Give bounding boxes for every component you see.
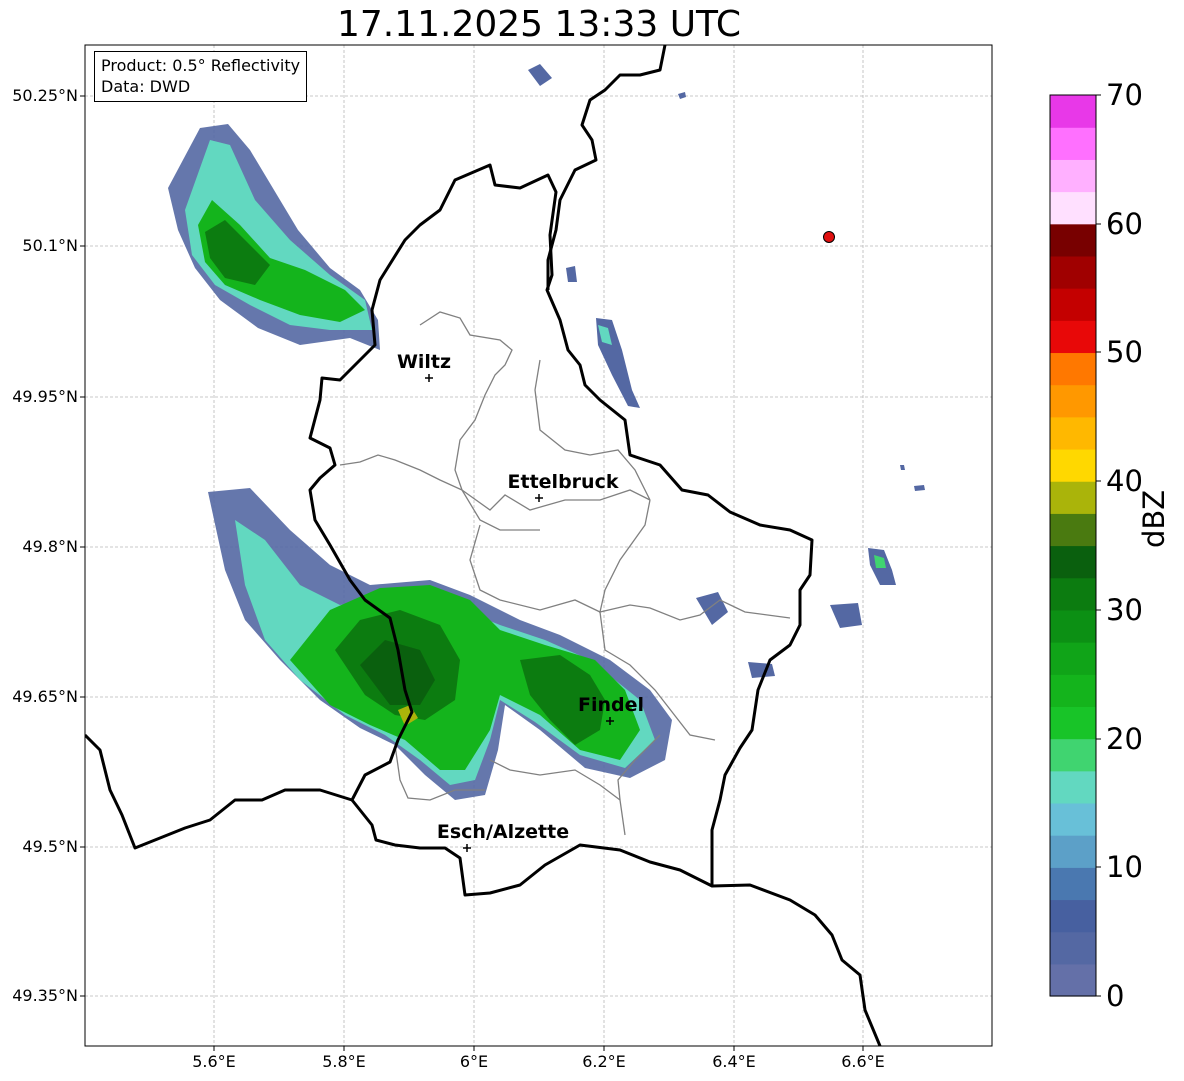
lat-tick-label: 49.95°N	[12, 387, 78, 406]
colorbar-tick-label: 50	[1106, 335, 1143, 369]
product-label: Product: 0.5° Reflectivity	[101, 56, 301, 75]
lat-tick-label: 50.1°N	[22, 236, 78, 255]
info-box: Product: 0.5° Reflectivity Data: DWD	[94, 51, 308, 102]
lat-tick-label: 49.8°N	[22, 537, 78, 556]
colorbar-tick-label: 0	[1106, 979, 1125, 1013]
colorbar-segment	[1050, 577, 1096, 611]
colorbar-segment	[1050, 416, 1096, 450]
border-france-west	[85, 733, 353, 850]
colorbar-segment	[1050, 642, 1096, 675]
colorbar-tick-label: 10	[1106, 850, 1143, 884]
colorbar-label: dBZ	[1137, 489, 1171, 548]
colorbar-tick-label: 60	[1106, 207, 1143, 241]
colorbar-segment	[1050, 223, 1096, 257]
colorbar-tick-label: 70	[1106, 78, 1143, 112]
colorbar-segment	[1050, 159, 1096, 193]
colorbar-segment	[1050, 609, 1096, 643]
echo-small-e-8	[914, 485, 925, 491]
echo-small-e-4	[696, 592, 728, 625]
border-germany-south	[711, 883, 882, 1046]
lon-tick-label: 6.2°E	[582, 1052, 626, 1071]
echo-small-e-7	[900, 465, 905, 470]
colorbar-segment	[1050, 963, 1096, 997]
colorbar-ticks	[1096, 94, 1101, 997]
colorbar-segment	[1050, 867, 1096, 901]
city-label-esch-alzette: Esch/Alzette	[436, 821, 570, 843]
colorbar-segment	[1050, 255, 1096, 289]
colorbar-segment	[1050, 95, 1096, 128]
colorbar-segment	[1050, 674, 1096, 707]
city-label-ettelbruck: Ettelbruck	[507, 471, 619, 493]
lon-tick-label: 6.6°E	[841, 1052, 885, 1071]
colorbar-segment	[1050, 127, 1096, 160]
colorbar-segment	[1050, 481, 1096, 514]
echo-small-e-9	[678, 92, 686, 99]
colorbar-segment	[1050, 352, 1096, 386]
lat-tick-label: 49.5°N	[22, 837, 78, 856]
lon-tick-label: 6.4°E	[712, 1052, 756, 1071]
colorbar-segment	[1050, 191, 1096, 225]
colorbar-segment	[1050, 899, 1096, 933]
lat-tick-label: 50.25°N	[12, 86, 78, 105]
colorbar-segment	[1050, 770, 1096, 804]
colorbar-segment	[1050, 835, 1096, 868]
border-germany-north	[546, 45, 667, 290]
city-label-findel: Findel	[577, 694, 645, 716]
data-source-label: Data: DWD	[101, 77, 191, 96]
lat-tick-label: 49.65°N	[12, 687, 78, 706]
colorbar-segment	[1050, 448, 1096, 482]
colorbar-segment	[1050, 931, 1096, 965]
echo-small-e-3	[830, 603, 862, 628]
city-label-wiltz: Wiltz	[396, 351, 452, 373]
radar-map	[80, 44, 1101, 1051]
radar-site-marker	[823, 231, 835, 243]
lon-tick-label: 5.6°E	[192, 1052, 236, 1071]
echo-small-ne-1	[528, 64, 552, 86]
colorbar-segment	[1050, 545, 1096, 579]
colorbar-segment	[1050, 288, 1096, 321]
lon-tick-label: 6°E	[459, 1052, 489, 1071]
echo-small-e-6	[566, 266, 577, 282]
lon-tick-label: 5.8°E	[322, 1052, 366, 1071]
colorbar-tick-label: 20	[1106, 722, 1143, 756]
colorbar-segment	[1050, 513, 1096, 547]
colorbar	[1050, 95, 1096, 997]
colorbar-segment	[1050, 384, 1096, 418]
colorbar-tick-label: 30	[1106, 593, 1143, 627]
colorbar-segment	[1050, 738, 1096, 772]
colorbar-segment	[1050, 320, 1096, 354]
colorbar-segment	[1050, 802, 1096, 836]
echo-small-e-5	[748, 662, 775, 678]
luxembourg-border	[308, 163, 814, 897]
lat-tick-label: 49.35°N	[12, 986, 78, 1005]
colorbar-segment	[1050, 706, 1096, 740]
